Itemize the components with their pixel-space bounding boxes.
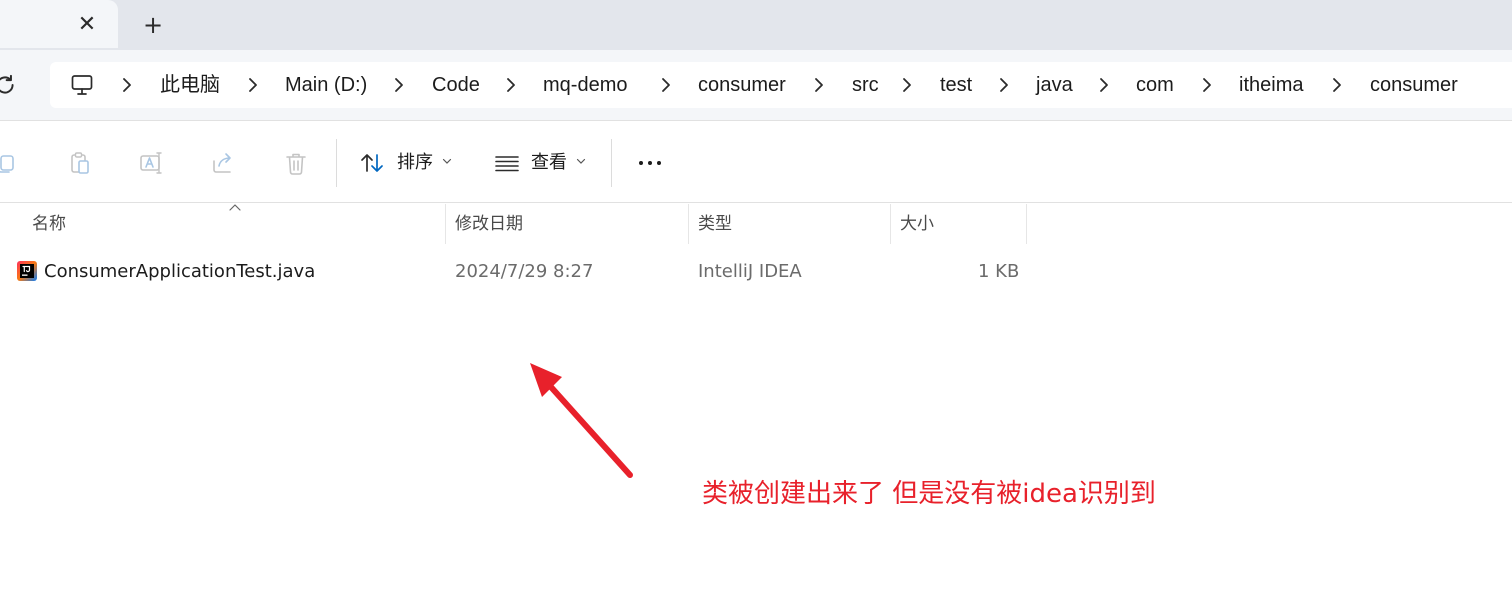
column-divider[interactable] [1026, 204, 1027, 244]
breadcrumb-item-consumer-current[interactable]: consumer [1370, 62, 1458, 108]
divider [336, 139, 337, 187]
breadcrumb-item-consumer[interactable]: consumer [698, 62, 786, 108]
chevron-down-icon[interactable] [442, 157, 452, 165]
chevron-right-icon[interactable] [118, 76, 136, 94]
column-header-name[interactable]: 名称 [32, 204, 66, 244]
breadcrumb-item-com[interactable]: com [1136, 62, 1174, 108]
sort-ascending-icon [229, 204, 241, 211]
close-tab-icon[interactable]: ✕ [74, 12, 100, 38]
column-divider[interactable] [890, 204, 891, 244]
chevron-down-icon[interactable] [576, 157, 586, 165]
file-modified: 2024/7/29 8:27 [455, 261, 594, 282]
intellij-idea-file-icon [17, 261, 37, 281]
annotation-text: 类被创建出来了 但是没有被idea识别到 [702, 479, 1156, 509]
chevron-right-icon[interactable] [1198, 76, 1216, 94]
column-header-type[interactable]: 类型 [698, 204, 732, 244]
tab-current[interactable]: ✕ [0, 0, 118, 48]
column-header-size[interactable]: 大小 [900, 204, 934, 244]
column-divider[interactable] [688, 204, 689, 244]
table-row[interactable]: ConsumerApplicationTest.java 2024/7/29 8… [0, 254, 1040, 290]
rename-icon[interactable] [138, 149, 166, 177]
file-name[interactable]: ConsumerApplicationTest.java [44, 254, 315, 290]
view-list-icon[interactable] [493, 149, 521, 177]
divider [611, 139, 612, 187]
new-tab-button[interactable]: + [140, 11, 166, 39]
breadcrumb-item-main-drive[interactable]: Main (D:) [285, 62, 367, 108]
breadcrumb-item-this-pc[interactable]: 此电脑 [160, 62, 220, 108]
annotation-arrow [530, 363, 633, 478]
breadcrumb-item-src[interactable]: src [852, 62, 879, 108]
breadcrumb-item-java[interactable]: java [1036, 62, 1073, 108]
chevron-right-icon[interactable] [995, 76, 1013, 94]
chevron-right-icon[interactable] [1095, 76, 1113, 94]
breadcrumb[interactable]: 此电脑 Main (D:) Code mq-demo consumer src … [50, 62, 1512, 108]
breadcrumb-item-mq-demo[interactable]: mq-demo [543, 62, 627, 108]
tab-strip: ✕ + [0, 0, 1512, 50]
more-options-icon[interactable] [636, 149, 664, 177]
chevron-right-icon[interactable] [1328, 76, 1346, 94]
file-type: IntelliJ IDEA [698, 261, 802, 282]
chevron-right-icon[interactable] [898, 76, 916, 94]
breadcrumb-item-code[interactable]: Code [432, 62, 480, 108]
chevron-right-icon[interactable] [657, 76, 675, 94]
column-divider[interactable] [445, 204, 446, 244]
column-header-modified[interactable]: 修改日期 [455, 204, 523, 244]
refresh-icon[interactable] [0, 72, 18, 98]
chevron-right-icon[interactable] [390, 76, 408, 94]
computer-icon[interactable] [70, 73, 94, 97]
breadcrumb-item-itheima[interactable]: itheima [1239, 62, 1303, 108]
paste-icon[interactable] [66, 149, 94, 177]
address-row: 此电脑 Main (D:) Code mq-demo consumer src … [0, 50, 1512, 120]
chevron-right-icon[interactable] [502, 76, 520, 94]
delete-icon[interactable] [282, 149, 310, 177]
chevron-right-icon[interactable] [810, 76, 828, 94]
breadcrumb-item-test[interactable]: test [940, 62, 972, 108]
file-size: 1 KB [978, 261, 1020, 282]
command-bar: 排序 查看 [0, 120, 1512, 203]
sort-icon[interactable] [358, 149, 386, 177]
chevron-right-icon[interactable] [244, 76, 262, 94]
view-button[interactable]: 查看 [531, 149, 567, 177]
sort-button[interactable]: 排序 [397, 149, 433, 177]
copy-icon[interactable] [0, 149, 20, 177]
share-icon[interactable] [210, 149, 238, 177]
